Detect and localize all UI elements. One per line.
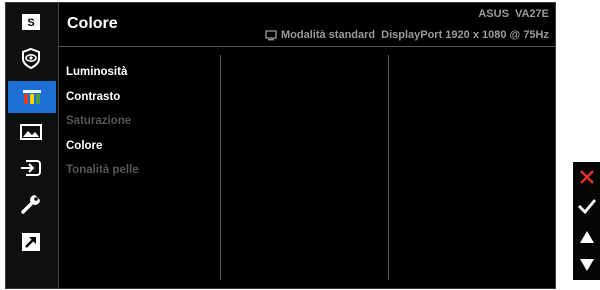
shortcut-icon[interactable] — [18, 231, 44, 253]
sidebar: S — [6, 3, 59, 288]
blue-light-filter-icon[interactable] — [18, 47, 44, 69]
splendid-icon[interactable]: S — [18, 11, 44, 33]
menu-item-contrast[interactable]: Contrasto — [61, 85, 221, 110]
page-title: Colore — [67, 15, 118, 32]
menu-item-color-temp[interactable]: Colore — [61, 134, 221, 159]
color-menu: Luminosità Contrasto Saturazione Colore … — [61, 60, 221, 183]
monitor-icon — [265, 29, 277, 40]
menu-item-brightness[interactable]: Luminosità — [61, 60, 221, 85]
arrow-up-icon[interactable] — [573, 224, 600, 250]
osd-menu: S Colore ASUS VA27E Modalità standard Di… — [5, 2, 556, 289]
monitor-model: ASUS VA27E — [478, 8, 549, 20]
display-mode: Modalità standard — [281, 29, 376, 41]
confirm-icon[interactable] — [573, 193, 600, 219]
status-line: Modalità standard DisplayPort 1920 x 108… — [265, 29, 549, 41]
control-key-guide — [573, 162, 600, 280]
close-icon[interactable] — [573, 164, 600, 190]
menu-item-saturation: Saturazione — [66, 115, 132, 127]
color-icon[interactable] — [8, 81, 56, 113]
arrow-down-icon[interactable] — [573, 252, 600, 278]
input-signal: DisplayPort 1920 x 1080 @ 75Hz — [381, 29, 549, 41]
svg-text:S: S — [27, 17, 34, 29]
column-divider — [388, 55, 389, 280]
image-icon[interactable] — [18, 121, 44, 143]
column-divider — [220, 55, 221, 280]
menu-item-skin-tone: Tonalità pelle — [66, 164, 139, 176]
osd-header: Colore ASUS VA27E Modalità standard Disp… — [59, 3, 555, 47]
input-select-icon[interactable] — [18, 157, 44, 179]
system-setup-icon[interactable] — [18, 193, 44, 215]
